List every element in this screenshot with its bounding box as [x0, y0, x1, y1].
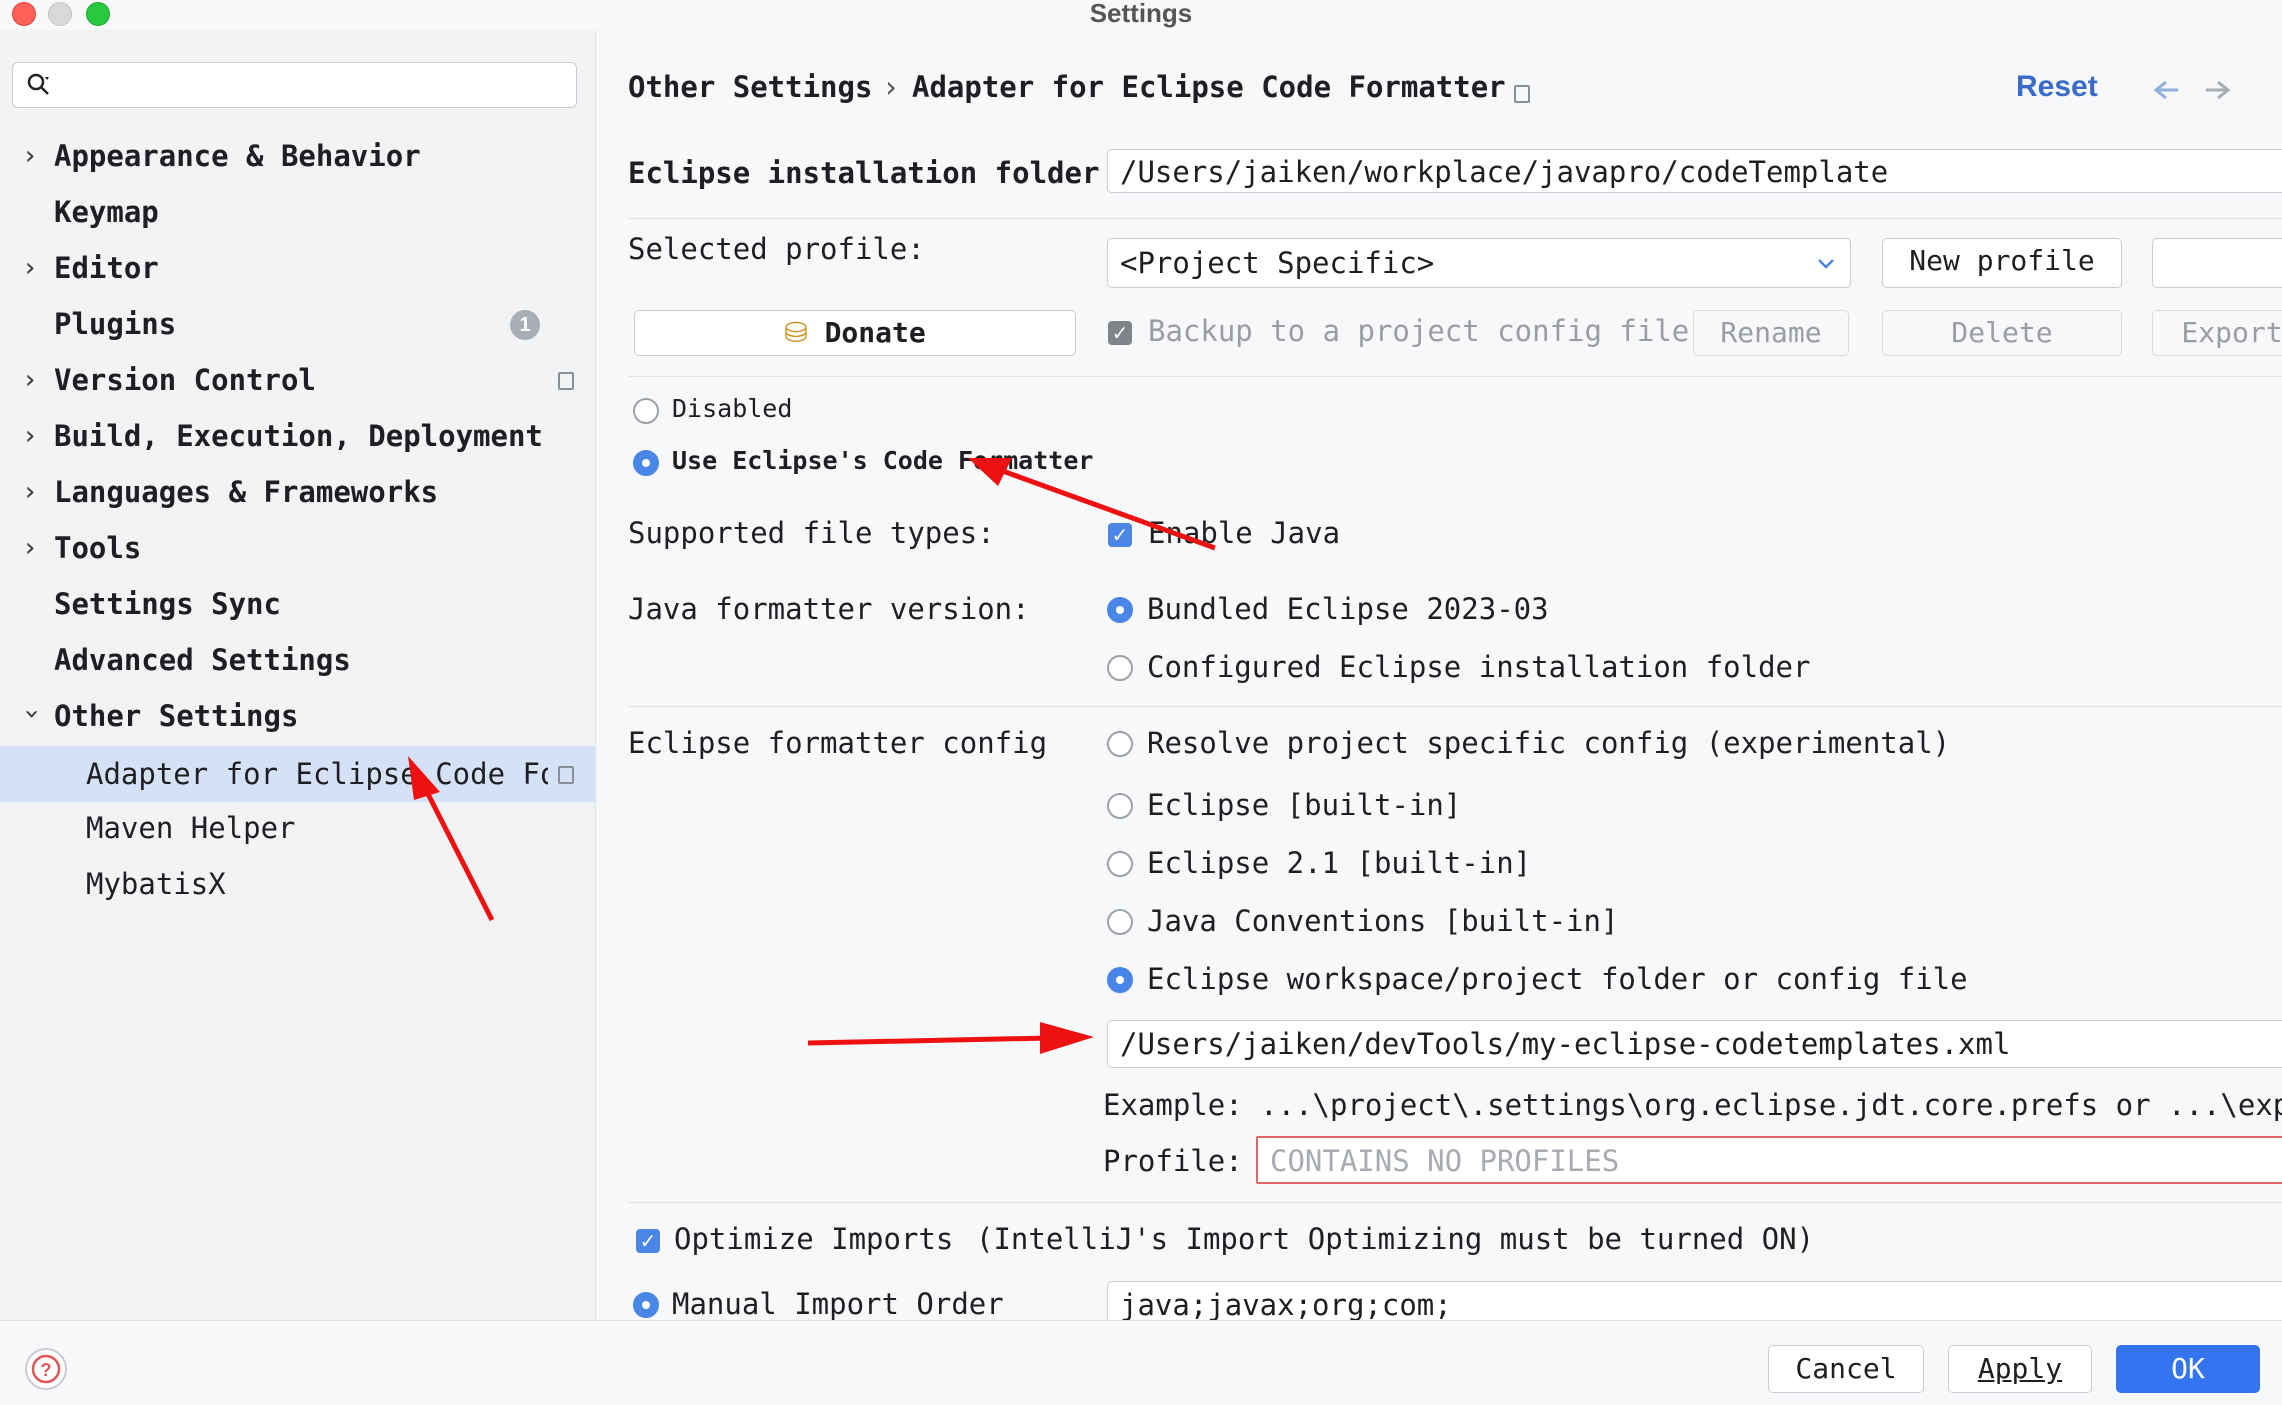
chevron-right-icon: ›: [22, 141, 38, 171]
config-label: Eclipse formatter config: [628, 726, 1048, 760]
profile-extra-button[interactable]: [2152, 238, 2282, 288]
arrow-left-icon[interactable]: [2152, 78, 2180, 102]
window-title: Settings: [1089, 0, 1193, 28]
annotation-arrow-config: [807, 1035, 1051, 1046]
profile-combo[interactable]: CONTAINS NO PROFILES: [1256, 1136, 2282, 1184]
sidebar-item-maven-helper[interactable]: Maven Helper: [0, 803, 595, 853]
sidebar-item-other-settings[interactable]: › Other Settings: [0, 691, 595, 741]
chevron-right-icon: ›: [22, 477, 38, 507]
svg-text:?: ?: [41, 1360, 52, 1380]
sidebar-item-settings-sync[interactable]: Settings Sync: [0, 579, 595, 629]
cfg-resolve-radio[interactable]: [1107, 731, 1133, 757]
project-scope-icon: [1514, 85, 1530, 103]
cfg-builtin-label: Eclipse [built-in]: [1147, 788, 1462, 822]
optimize-imports-checkbox[interactable]: ✓: [636, 1229, 660, 1253]
search-input[interactable]: [12, 62, 577, 108]
project-scope-icon: [558, 372, 574, 390]
optimize-imports-label: Optimize Imports: [674, 1222, 954, 1256]
reset-link[interactable]: Reset: [2016, 70, 2098, 104]
backup-checkbox[interactable]: ✓: [1108, 321, 1132, 345]
cancel-button[interactable]: Cancel: [1768, 1345, 1924, 1393]
arrow-right-icon[interactable]: [2204, 78, 2232, 102]
export-button[interactable]: Export: [2152, 310, 2282, 356]
bundled-radio[interactable]: [1107, 597, 1133, 623]
chevron-right-icon: ›: [22, 253, 38, 283]
sidebar-item-advanced[interactable]: Advanced Settings: [0, 635, 595, 685]
sidebar-item-languages[interactable]: › Languages & Frameworks: [0, 467, 595, 517]
ok-button[interactable]: OK: [2116, 1345, 2260, 1393]
rename-button[interactable]: Rename: [1693, 310, 1849, 356]
selected-profile-label: Selected profile:: [628, 232, 925, 266]
install-folder-label: Eclipse installation folder: [628, 156, 1100, 190]
enable-java-label: Enable Java: [1148, 516, 1341, 550]
chevron-down-icon: ›: [17, 706, 47, 722]
annotation-arrowhead-config: [1040, 1022, 1094, 1054]
plugins-update-badge: 1: [510, 310, 540, 340]
help-icon[interactable]: ?: [24, 1347, 68, 1391]
new-profile-button[interactable]: New profile: [1882, 238, 2122, 288]
bundled-label: Bundled Eclipse 2023-03: [1147, 592, 1549, 626]
manual-import-radio[interactable]: [633, 1292, 659, 1318]
sidebar-item-editor[interactable]: › Editor: [0, 243, 595, 293]
project-scope-icon: [558, 766, 574, 784]
profile-dropdown[interactable]: <Project Specific>: [1107, 238, 1851, 288]
sidebar-item-eclipse-adapter[interactable]: Adapter for Eclipse Code For: [0, 746, 595, 802]
dialog-footer: ? Cancel Apply OK: [0, 1320, 2282, 1405]
chevron-right-icon: ›: [22, 533, 38, 563]
chevron-right-icon: ›: [22, 421, 38, 451]
sidebar-item-build[interactable]: › Build, Execution, Deployment: [0, 411, 595, 461]
sidebar-item-appearance[interactable]: › Appearance & Behavior: [0, 131, 595, 181]
breadcrumb-parent[interactable]: Other Settings: [628, 70, 872, 104]
config-path-input[interactable]: /Users/jaiken/devTools/my-eclipse-codete…: [1107, 1020, 2282, 1068]
sidebar-item-mybatisx[interactable]: MybatisX: [0, 859, 595, 909]
example-text: Example: ...\project\.settings\org.eclip…: [1103, 1088, 2282, 1122]
enable-java-checkbox[interactable]: ✓: [1108, 523, 1132, 547]
cfg-javaconv-radio[interactable]: [1107, 909, 1133, 935]
cfg-workspace-label: Eclipse workspace/project folder or conf…: [1147, 962, 1968, 996]
title-bar: Settings: [0, 0, 2282, 30]
sidebar-item-tools[interactable]: › Tools: [0, 523, 595, 573]
cfg-builtin-radio[interactable]: [1107, 793, 1133, 819]
configured-radio[interactable]: [1107, 655, 1133, 681]
sidebar-item-version-control[interactable]: › Version Control: [0, 355, 595, 405]
cfg-21-label: Eclipse 2.1 [built-in]: [1147, 846, 1532, 880]
disabled-radio[interactable]: [633, 398, 659, 424]
breadcrumb-separator: ›: [882, 70, 900, 104]
profile-dropdown-value: <Project Specific>: [1120, 246, 1435, 280]
file-types-label: Supported file types:: [628, 516, 995, 550]
use-eclipse-radio[interactable]: [633, 450, 659, 476]
backup-label: Backup to a project config file: [1148, 314, 1690, 348]
disabled-label: Disabled: [672, 394, 793, 423]
page-title: Adapter for Eclipse Code Formatter: [912, 70, 1506, 104]
donate-button[interactable]: ⛁ Donate: [634, 310, 1076, 356]
java-version-label: Java formatter version:: [628, 592, 1030, 626]
chevron-right-icon: ›: [22, 365, 38, 395]
cfg-javaconv-label: Java Conventions [built-in]: [1147, 904, 1619, 938]
search-icon: [27, 73, 49, 95]
chevron-down-icon: [1818, 259, 1834, 269]
profile-label-2: Profile:: [1103, 1144, 1243, 1178]
manual-import-label: Manual Import Order: [672, 1287, 1004, 1321]
install-folder-input[interactable]: /Users/jaiken/workplace/javapro/codeTemp…: [1107, 149, 2282, 193]
coins-icon: ⛁: [784, 316, 808, 349]
configured-label: Configured Eclipse installation folder: [1147, 650, 1811, 684]
apply-button[interactable]: Apply: [1948, 1345, 2092, 1393]
cfg-21-radio[interactable]: [1107, 851, 1133, 877]
sidebar-item-keymap[interactable]: Keymap: [0, 187, 595, 237]
cfg-workspace-radio[interactable]: [1107, 967, 1133, 993]
optimize-imports-note: (IntelliJ's Import Optimizing must be tu…: [976, 1222, 1815, 1256]
sidebar-item-plugins[interactable]: Plugins 1: [0, 299, 595, 349]
cfg-resolve-label: Resolve project specific config (experim…: [1147, 726, 1951, 760]
delete-button[interactable]: Delete: [1882, 310, 2122, 356]
use-eclipse-label: Use Eclipse's Code Formatter: [672, 446, 1094, 475]
